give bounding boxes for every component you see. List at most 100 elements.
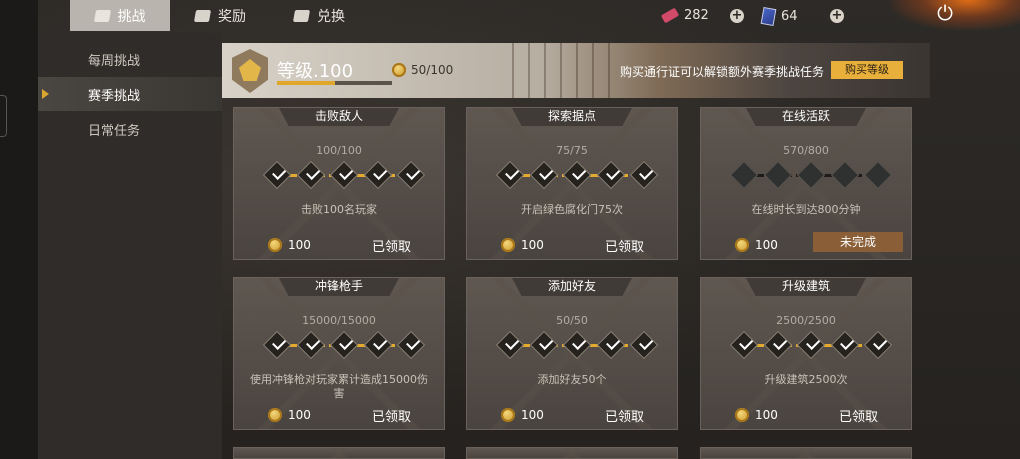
card-title: 添加好友 — [512, 278, 632, 296]
milestone-diamond-icon — [562, 330, 592, 360]
sidebar-item-season[interactable]: 赛季挑战 — [38, 77, 222, 111]
card-reward: 100 — [735, 238, 778, 252]
challenge-card[interactable]: 冲锋枪手 15000/15000 使用冲锋枪对玩家累计造成15000伤害 100… — [233, 277, 445, 430]
top-bar: 挑战 奖励 兑换 282 + 64 + ⏻ — [0, 0, 1020, 33]
card-title: 探索据点 — [512, 108, 632, 126]
check-icon — [572, 335, 587, 350]
milestone-diamond-icon — [529, 160, 558, 190]
tab-label: 挑战 — [117, 8, 146, 25]
rank-badge-icon — [232, 49, 268, 93]
milestone-diamond-icon — [296, 330, 325, 360]
level-title: 等级.100 — [277, 61, 354, 82]
reward-amount: 100 — [288, 238, 311, 252]
level-progress-fill — [277, 81, 335, 85]
check-icon — [639, 335, 654, 350]
milestone-diamond-icon — [596, 160, 625, 190]
coin-icon — [501, 408, 515, 422]
milestone-diamond-icon — [296, 160, 325, 190]
milestone-diamond-icon — [529, 330, 558, 360]
card-icon — [760, 7, 777, 26]
tab-challenge[interactable]: 挑战 — [70, 0, 170, 31]
milestone-diamond-icon — [796, 330, 826, 360]
challenge-card[interactable]: 在线活跃 570/800 在线时长到达800分钟 100 未完成 — [700, 107, 912, 260]
card-reward: 100 — [735, 408, 778, 422]
challenge-card-partial[interactable] — [700, 447, 912, 459]
card-description: 使用冲锋枪对玩家累计造成15000伤害 — [250, 373, 428, 400]
check-icon — [305, 335, 320, 350]
milestone-diamond-icon — [729, 160, 759, 190]
coin-icon — [501, 238, 515, 252]
reward-amount: 100 — [755, 238, 778, 252]
tab-exchange[interactable]: 兑换 — [292, 0, 345, 31]
sidebar: 每周挑战 赛季挑战 日常任务 — [38, 33, 222, 459]
milestone-diamond-icon — [363, 160, 392, 190]
milestone-diamond-icon — [262, 160, 292, 190]
level-progress-bar — [277, 81, 392, 85]
milestone-diamond-icon — [363, 330, 392, 360]
challenge-card[interactable]: 探索据点 75/75 开启绿色腐化门75次 100 已领取 — [466, 107, 678, 260]
xp-display: 50/100 — [392, 63, 453, 77]
card-progress: 2500/2500 — [776, 314, 836, 327]
check-icon — [339, 335, 354, 350]
sidebar-item-daily[interactable]: 日常任务 — [38, 112, 222, 146]
milestone-diamond-icon — [495, 330, 525, 360]
add-cards-button[interactable]: + — [830, 9, 844, 23]
sidebar-item-label: 赛季挑战 — [88, 88, 141, 104]
milestone-track — [495, 160, 659, 190]
milestone-diamond-icon — [763, 160, 792, 190]
pass-promo-text: 购买通行证可以解锁额外赛季挑战任务 — [620, 65, 825, 79]
buy-level-button[interactable]: 购买等级 — [831, 61, 903, 79]
incomplete-button[interactable]: 未完成 — [813, 232, 903, 252]
claimed-status: 已领取 — [605, 410, 645, 425]
coin-icon — [735, 238, 749, 252]
milestone-diamond-icon — [495, 160, 525, 190]
challenge-card[interactable]: 添加好友 50/50 添加好友50个 100 已领取 — [466, 277, 678, 430]
challenge-card-partial[interactable] — [466, 447, 678, 459]
check-icon — [739, 335, 754, 350]
tab-label: 奖励 — [218, 8, 246, 25]
power-icon[interactable]: ⏻ — [934, 2, 956, 24]
claimed-status: 已领取 — [372, 410, 412, 425]
challenge-card[interactable]: 升级建筑 2500/2500 升级建筑2500次 100 已领取 — [700, 277, 912, 430]
card-description: 在线时长到达800分钟 — [751, 203, 861, 216]
reward-amount: 100 — [755, 408, 778, 422]
tab-rewards[interactable]: 奖励 — [193, 0, 246, 31]
milestone-diamond-icon — [830, 330, 859, 360]
card-description: 升级建筑2500次 — [764, 373, 848, 386]
check-icon — [772, 335, 787, 350]
reward-amount: 100 — [288, 408, 311, 422]
challenge-card-partial[interactable] — [233, 447, 445, 459]
card-reward: 100 — [501, 238, 544, 252]
check-icon — [305, 165, 320, 180]
reward-amount: 100 — [521, 408, 544, 422]
check-icon — [639, 165, 654, 180]
check-icon — [839, 335, 854, 350]
ticket-count: 282 — [684, 8, 709, 23]
card-progress: 50/50 — [556, 314, 588, 327]
challenge-card[interactable]: 击败敌人 100/100 击败100名玩家 100 已领取 — [233, 107, 445, 260]
sidebar-item-weekly[interactable]: 每周挑战 — [38, 42, 222, 76]
milestone-diamond-icon — [763, 330, 792, 360]
card-description: 开启绿色腐化门75次 — [521, 203, 623, 216]
coin-icon — [392, 63, 406, 77]
card-reward: 100 — [501, 408, 544, 422]
check-icon — [505, 335, 520, 350]
milestone-diamond-icon — [262, 330, 292, 360]
check-icon — [372, 335, 387, 350]
claimed-status: 已领取 — [605, 240, 645, 255]
add-tickets-button[interactable]: + — [730, 9, 744, 23]
reward-amount: 100 — [521, 238, 544, 252]
exchange-tab-icon — [292, 9, 311, 22]
milestone-diamond-icon — [396, 330, 426, 360]
left-edge — [0, 0, 38, 459]
check-icon — [272, 165, 287, 180]
card-description: 击败100名玩家 — [301, 203, 377, 216]
sidebar-item-label: 每周挑战 — [88, 53, 141, 69]
drawer-handle[interactable] — [0, 95, 7, 137]
card-counter: 64 — [760, 7, 798, 26]
check-icon — [605, 335, 620, 350]
coin-icon — [268, 408, 282, 422]
coin-icon — [735, 408, 749, 422]
milestone-diamond-icon — [329, 330, 359, 360]
check-icon — [272, 335, 287, 350]
